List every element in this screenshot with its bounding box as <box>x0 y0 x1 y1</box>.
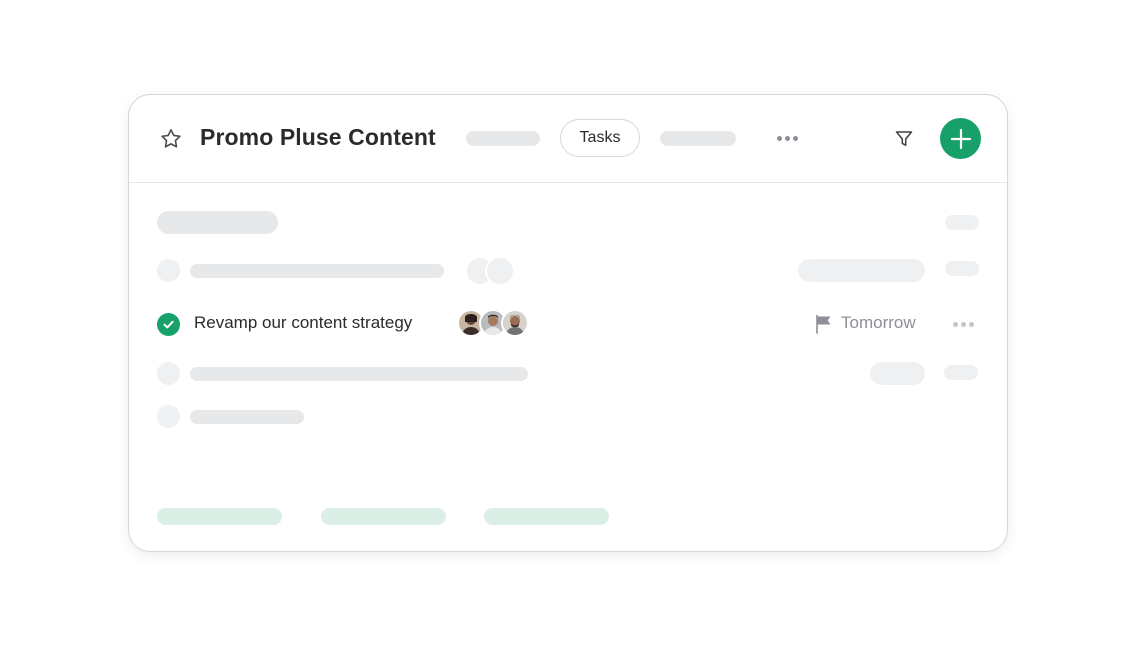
due-date-placeholder <box>870 362 925 385</box>
task-checkbox-placeholder[interactable] <box>157 405 180 428</box>
row-more-icon[interactable] <box>953 322 974 327</box>
footer-placeholder[interactable] <box>321 508 446 525</box>
avatar-placeholder <box>485 256 515 286</box>
due-date-placeholder <box>798 259 925 282</box>
footer-placeholder[interactable] <box>157 508 282 525</box>
row-menu-placeholder <box>945 261 979 276</box>
project-header: Promo Pluse Content Tasks <box>129 95 1007 183</box>
task-name-placeholder <box>190 367 528 381</box>
tab-placeholder[interactable] <box>660 131 736 146</box>
plus-icon <box>950 128 971 149</box>
completed-check-icon[interactable] <box>157 313 180 336</box>
section-title-placeholder <box>157 211 278 234</box>
filter-icon[interactable] <box>894 129 914 149</box>
tab-placeholder[interactable] <box>466 131 540 146</box>
add-button[interactable] <box>940 118 981 159</box>
row-menu-placeholder <box>944 365 978 380</box>
project-card: Promo Pluse Content Tasks Revamp our con… <box>128 94 1008 552</box>
task-checkbox-placeholder[interactable] <box>157 259 180 282</box>
task-checkbox-placeholder[interactable] <box>157 362 180 385</box>
tab-tasks[interactable]: Tasks <box>560 119 640 157</box>
avatar[interactable] <box>501 309 529 337</box>
section-meta-placeholder <box>945 215 979 230</box>
due-date[interactable]: Tomorrow <box>841 313 916 333</box>
task-name-placeholder <box>190 264 444 278</box>
star-icon[interactable] <box>159 127 183 151</box>
task-name-placeholder <box>190 410 304 424</box>
project-title: Promo Pluse Content <box>200 124 436 150</box>
task-name[interactable]: Revamp our content strategy <box>194 313 412 333</box>
footer-placeholder[interactable] <box>484 508 609 525</box>
more-horizontal-icon[interactable] <box>777 136 798 141</box>
flag-icon[interactable] <box>815 314 833 334</box>
